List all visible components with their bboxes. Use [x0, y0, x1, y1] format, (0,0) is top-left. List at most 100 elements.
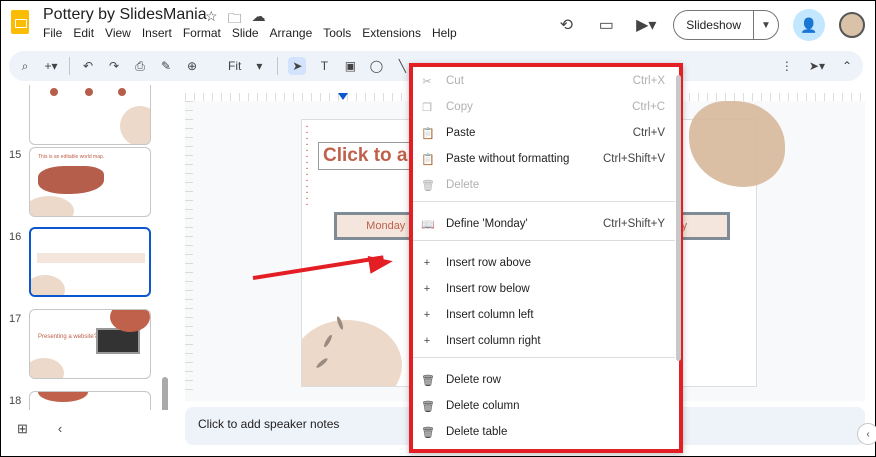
menu-item-label: Paste without formatting — [446, 153, 570, 165]
annotation-arrow-head — [367, 252, 395, 274]
share-person-icon[interactable]: 👤 — [793, 9, 825, 41]
menu-edit[interactable]: Edit — [73, 26, 94, 40]
menu-item-label: Define 'Monday' — [446, 218, 528, 230]
print-icon[interactable]: ⎙ — [132, 59, 148, 74]
collapse-filmstrip-icon[interactable]: ‹ — [58, 421, 62, 437]
trash-icon: 🗑 — [421, 426, 435, 439]
decorative-blob — [302, 320, 402, 386]
menu-item-label: Copy — [446, 101, 473, 113]
menu-item-shortcut: Ctrl+Shift+V — [603, 153, 665, 165]
slide-thumbnail-text: Presenting a website? — [38, 334, 98, 340]
comments-icon[interactable]: ▭ — [593, 12, 619, 38]
new-slide-icon[interactable]: +▾ — [43, 59, 59, 73]
slide-number: 18 — [9, 395, 22, 407]
line-icon[interactable]: ╲ — [394, 59, 410, 73]
meet-video-icon[interactable]: ▶▾ — [633, 12, 659, 38]
copy-icon: ❐ — [422, 101, 432, 114]
menu-help[interactable]: Help — [432, 26, 457, 40]
slide-thumbnail-14[interactable] — [29, 85, 151, 145]
filmstrip-scrollbar[interactable] — [162, 377, 168, 410]
zoom-select[interactable]: Fit — [228, 59, 241, 73]
menu-item-label: Insert column right — [446, 335, 541, 347]
filmstrip: 15 This is an editable world map. 16 17 … — [1, 85, 171, 410]
menu-item-copy[interactable]: ❐ Copy Ctrl+C — [413, 97, 675, 117]
plus-icon: + — [423, 335, 431, 347]
image-icon[interactable]: ▣ — [342, 59, 358, 73]
more-options-icon[interactable]: ⋮ — [779, 59, 795, 73]
slide-thumbnail-15[interactable]: This is an editable world map. — [29, 147, 151, 217]
search-menus-icon[interactable]: ⌕ — [17, 59, 33, 74]
slide-thumbnail-17[interactable]: Presenting a website? — [29, 309, 151, 379]
toolbar-divider — [277, 57, 279, 75]
slideshow-label[interactable]: Slideshow — [674, 11, 754, 39]
menu-insert[interactable]: Insert — [142, 26, 172, 40]
menu-item-paste-without-formatting[interactable]: 📋 Paste without formatting Ctrl+Shift+V — [413, 149, 675, 169]
paint-format-icon[interactable]: ✎ — [158, 59, 174, 73]
redo-icon[interactable]: ↷ — [106, 59, 122, 73]
menu-item-insert-row-below[interactable]: + Insert row below — [413, 279, 675, 299]
version-history-icon[interactable]: ⟲ — [553, 12, 579, 38]
menu-item-cut[interactable]: ✂ Cut Ctrl+X — [413, 71, 675, 91]
slide-thumbnail-text: This is an editable world map. — [38, 154, 105, 160]
slide-number: 17 — [9, 313, 22, 325]
menu-item-label: Delete — [446, 179, 480, 191]
menu-item-label: Delete column — [446, 400, 520, 412]
zoom-icon[interactable]: ⊕ — [184, 59, 200, 73]
menu-format[interactable]: Format — [183, 26, 221, 40]
menu-item-insert-column-right[interactable]: + Insert column right — [413, 331, 675, 351]
slide-title-placeholder[interactable]: Click to a — [318, 142, 413, 170]
context-menu-scrollbar[interactable] — [676, 75, 681, 361]
menu-slide[interactable]: Slide — [232, 26, 259, 40]
menu-item-delete-table[interactable]: 🗑 Delete table — [413, 422, 675, 442]
pen-mode-icon[interactable]: ➤▾ — [809, 59, 825, 73]
menu-item-label: Paste — [446, 127, 476, 139]
menu-item-define-monday[interactable]: 📖 Define 'Monday' Ctrl+Shift+Y — [413, 214, 675, 234]
menu-extensions[interactable]: Extensions — [362, 26, 421, 40]
menu-separator — [413, 240, 675, 241]
collapse-toolbar-icon[interactable]: ⌃ — [839, 59, 855, 73]
menu-item-delete-column[interactable]: 🗑 Delete column — [413, 396, 675, 416]
trash-icon: 🗑 — [421, 374, 435, 387]
menu-item-label: Insert row below — [446, 283, 530, 295]
menu-file[interactable]: File — [43, 26, 62, 40]
shape-icon[interactable]: ◯ — [368, 59, 384, 73]
context-menu: ✂ Cut Ctrl+X ❐ Copy Ctrl+C 📋 Paste Ctrl+V 📋 Paste … — [409, 63, 683, 453]
avatar[interactable] — [839, 12, 865, 38]
menu-tools[interactable]: Tools — [323, 26, 351, 40]
menu-item-paste[interactable]: 📋 Paste Ctrl+V — [413, 123, 675, 143]
vertical-decoration-text: ▪▪▪▪▪▪▪▪▪▪▪▪▪▪ — [304, 124, 310, 208]
scissors-icon: ✂ — [422, 75, 432, 88]
menu-item-shortcut: Ctrl+V — [632, 127, 665, 139]
slide-number: 16 — [9, 231, 22, 243]
side-panel-chevron-icon[interactable]: ‹ — [857, 423, 876, 445]
chevron-down-icon[interactable]: ▼ — [754, 11, 778, 39]
menu-item-insert-row-above[interactable]: + Insert row above — [413, 253, 675, 273]
slides-logo-icon[interactable] — [11, 10, 29, 34]
text-box-icon[interactable]: T — [316, 59, 332, 73]
menu-arrange[interactable]: Arrange — [270, 26, 313, 40]
plus-icon: + — [423, 309, 431, 321]
menu-item-label: Delete row — [446, 374, 501, 386]
book-icon: 📖 — [421, 218, 435, 231]
menu-item-shortcut: Ctrl+Shift+Y — [603, 218, 665, 230]
select-cursor-icon[interactable]: ➤ — [288, 57, 307, 75]
menu-item-label: Insert column left — [446, 309, 534, 321]
menu-item-shortcut: Ctrl+C — [632, 101, 665, 113]
trash-icon: 🗑 — [421, 179, 435, 192]
menu-bar: File Edit View Insert Format Slide Arran… — [43, 26, 457, 40]
menu-item-shortcut: Ctrl+X — [632, 75, 665, 87]
menu-item-delete-row[interactable]: 🗑 Delete row — [413, 370, 675, 390]
zoom-chevron-down-icon[interactable]: ▾ — [251, 59, 267, 73]
menu-separator — [413, 357, 675, 358]
menu-item-insert-column-left[interactable]: + Insert column left — [413, 305, 675, 325]
menu-item-delete[interactable]: 🗑 Delete — [413, 175, 675, 195]
grid-view-icon[interactable]: ⊞ — [17, 421, 28, 437]
document-title[interactable]: Pottery by SlidesMania — [43, 6, 207, 24]
slideshow-button[interactable]: Slideshow ▼ — [673, 10, 779, 40]
menu-view[interactable]: View — [105, 26, 131, 40]
undo-icon[interactable]: ↶ — [80, 59, 96, 73]
plus-icon: + — [423, 257, 431, 269]
menu-item-label: Cut — [446, 75, 464, 87]
slide-thumbnail-16[interactable] — [29, 227, 151, 297]
slide-thumbnail-18[interactable] — [29, 391, 151, 410]
